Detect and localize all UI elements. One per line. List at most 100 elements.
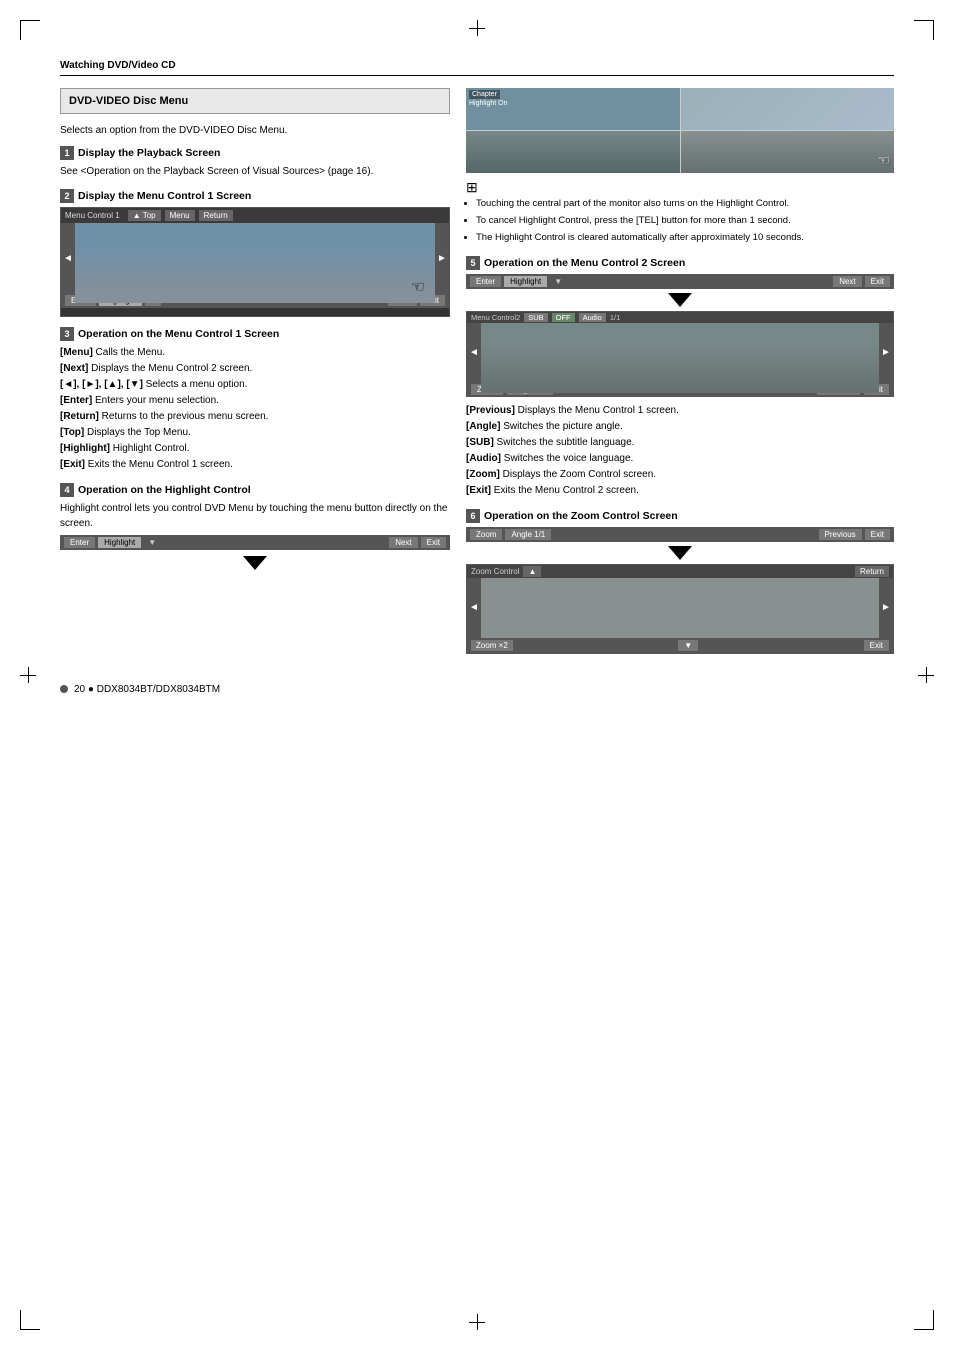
- step-1-label: Display the Playback Screen: [78, 147, 220, 159]
- step-3-section: 3 Operation on the Menu Control 1 Screen…: [60, 327, 450, 473]
- step-1-text: See <Operation on the Playback Screen of…: [60, 164, 450, 179]
- zoom-initial-bar: Zoom Angle 1/1 Previous Exit: [466, 527, 894, 542]
- zoom-left-btn[interactable]: ◄: [467, 578, 481, 638]
- note-3: The Highlight Control is cleared automat…: [476, 230, 894, 245]
- menu-top-bar: Menu Control 1 ▲ Top Menu Return: [61, 208, 449, 223]
- step-6-num: 6: [466, 509, 480, 523]
- desc-enter: [Enter] Enters your menu selection.: [60, 393, 450, 409]
- zoom-init-exit[interactable]: Exit: [865, 529, 890, 540]
- desc5-exit: [Exit] Exits the Menu Control 2 screen.: [466, 483, 894, 499]
- step-1-title: 1 Display the Playback Screen: [60, 146, 450, 160]
- hc-highlight-btn[interactable]: Highlight: [98, 537, 141, 548]
- zoom-right-btn[interactable]: ►: [879, 578, 893, 638]
- step6-arrow-shape: [668, 546, 692, 560]
- video-display: ☜: [75, 223, 435, 303]
- chapter-cell-br: ☜: [681, 131, 895, 173]
- mc2-v-indicator: ▼: [550, 276, 566, 287]
- zoom-main-display: ◄ ►: [467, 578, 893, 638]
- step-3-desc: [Menu] Calls the Menu. [Next] Displays t…: [60, 345, 450, 473]
- mc2-title: Menu Control2: [471, 313, 520, 322]
- desc5-previous: [Previous] Displays the Menu Control 1 s…: [466, 403, 894, 419]
- down-arrow-shape: [243, 556, 267, 570]
- mc2-ratio: 1/1: [610, 313, 620, 322]
- desc5-audio: [Audio] Switches the voice language.: [466, 451, 894, 467]
- mc2-enter-btn[interactable]: Enter: [470, 276, 501, 287]
- step-2-num: 2: [60, 189, 74, 203]
- mc2-audio-badge[interactable]: Audio: [579, 313, 606, 322]
- hc-next-btn[interactable]: Next: [389, 537, 417, 548]
- chapter-highlight-screen: Chapter Highlight On ☜: [466, 88, 894, 173]
- section-intro: Selects an option from the DVD-VIDEO Dis…: [60, 124, 450, 138]
- mc2-main-area: ◄ ►: [467, 323, 893, 383]
- mc2-next2-btn[interactable]: Next: [833, 276, 861, 287]
- chapter-touch-icon: ☜: [877, 152, 890, 169]
- step-2-label: Display the Menu Control 1 Screen: [78, 190, 251, 202]
- zoom-init-angle[interactable]: Angle 1/1: [505, 529, 551, 540]
- zoom-video-area: [481, 578, 879, 638]
- step-4-section: 4 Operation on the Highlight Control Hig…: [60, 483, 450, 570]
- section-box: DVD-VIDEO Disc Menu: [60, 88, 450, 114]
- mc2-off-badge[interactable]: OFF: [552, 313, 575, 322]
- step5-arrow-shape: [668, 293, 692, 307]
- desc-arrows: [◄], [►], [▲], [▼] Selects a menu option…: [60, 377, 450, 393]
- return-btn[interactable]: Return: [199, 210, 233, 221]
- top-btn[interactable]: ▲ Top: [128, 210, 161, 221]
- chapter-cell-bl: [466, 131, 680, 173]
- menu-btn[interactable]: Menu: [165, 210, 195, 221]
- mc2-right-btn[interactable]: ►: [879, 323, 893, 383]
- down-arrow-indicator: [60, 556, 450, 570]
- mc2-video-display: [481, 323, 879, 393]
- zoom-init-previous[interactable]: Previous: [819, 529, 862, 540]
- page-header: Watching DVD/Video CD: [60, 60, 894, 76]
- chapter-label: Chapter: [469, 90, 500, 99]
- desc-highlight: [Highlight] Highlight Control.: [60, 441, 450, 457]
- step-3-label: Operation on the Menu Control 1 Screen: [78, 328, 279, 340]
- chapter-cell-tl: Chapter Highlight On: [466, 88, 680, 130]
- zoom-exit-btn[interactable]: Exit: [864, 640, 889, 651]
- desc-top: [Top] Displays the Top Menu.: [60, 425, 450, 441]
- note-2: To cancel Highlight Control, press the […: [476, 213, 894, 228]
- right-arrow-btn[interactable]: ►: [435, 223, 449, 293]
- content-area: DVD-VIDEO Disc Menu Selects an option fr…: [60, 88, 894, 664]
- mc2-left-btn[interactable]: ◄: [467, 323, 481, 383]
- zoom-label: Zoom ×2: [471, 640, 513, 651]
- step-1-num: 1: [60, 146, 74, 160]
- menu-control-2-screen: Menu Control2 SUB OFF Audio 1/1 ◄ ► Zoom…: [466, 311, 894, 397]
- hc-enter-btn[interactable]: Enter: [64, 537, 95, 548]
- highlight-on-label: Highlight On: [469, 100, 508, 107]
- note-icon: ⊞: [466, 179, 478, 195]
- step-4-title: 4 Operation on the Highlight Control: [60, 483, 450, 497]
- mc2-top-bar-initial: Enter Highlight ▼ Next Exit: [466, 274, 894, 289]
- step-1-section: 1 Display the Playback Screen See <Opera…: [60, 146, 450, 179]
- page-footer: 20 ● DDX8034BT/DDX8034BTM: [60, 684, 894, 695]
- step-2-section: 2 Display the Menu Control 1 Screen Menu…: [60, 189, 450, 317]
- step-3-num: 3: [60, 327, 74, 341]
- footer-bullet: [60, 685, 68, 693]
- step-6-label: Operation on the Zoom Control Screen: [484, 510, 678, 522]
- left-arrow-btn[interactable]: ◄: [61, 223, 75, 293]
- desc-menu: [Menu] Calls the Menu.: [60, 345, 450, 361]
- zoom-up-btn[interactable]: ▲: [523, 566, 541, 577]
- zoom-return-btn[interactable]: Return: [855, 566, 889, 577]
- zoom-init-zoom[interactable]: Zoom: [470, 529, 502, 540]
- mc2-sub-badge[interactable]: SUB: [524, 313, 547, 322]
- touch-icon: ☜: [411, 277, 425, 297]
- mc2-highlight-btn[interactable]: Highlight: [504, 276, 547, 287]
- desc5-angle: [Angle] Switches the picture angle.: [466, 419, 894, 435]
- menu-bar-title: Menu Control 1: [65, 211, 120, 220]
- mc2-exit2-btn[interactable]: Exit: [865, 276, 890, 287]
- step-6-section: 6 Operation on the Zoom Control Screen Z…: [466, 509, 894, 654]
- chapter-cell-tr: [681, 88, 895, 130]
- step-5-num: 5: [466, 256, 480, 270]
- left-column: DVD-VIDEO Disc Menu Selects an option fr…: [60, 88, 450, 664]
- footer-text: 20 ● DDX8034BT/DDX8034BTM: [74, 684, 220, 695]
- hc-exit-btn[interactable]: Exit: [421, 537, 446, 548]
- step-4-text: Highlight control lets you control DVD M…: [60, 501, 450, 531]
- step-2-title: 2 Display the Menu Control 1 Screen: [60, 189, 450, 203]
- desc-return: [Return] Returns to the previous menu sc…: [60, 409, 450, 425]
- step-6-title: 6 Operation on the Zoom Control Screen: [466, 509, 894, 523]
- mc2-top-bar: Menu Control2 SUB OFF Audio 1/1: [467, 312, 893, 323]
- desc-exit: [Exit] Exits the Menu Control 1 screen.: [60, 457, 450, 473]
- step6-down-arrow: [466, 546, 894, 560]
- zoom-down-btn[interactable]: ▼: [678, 640, 698, 651]
